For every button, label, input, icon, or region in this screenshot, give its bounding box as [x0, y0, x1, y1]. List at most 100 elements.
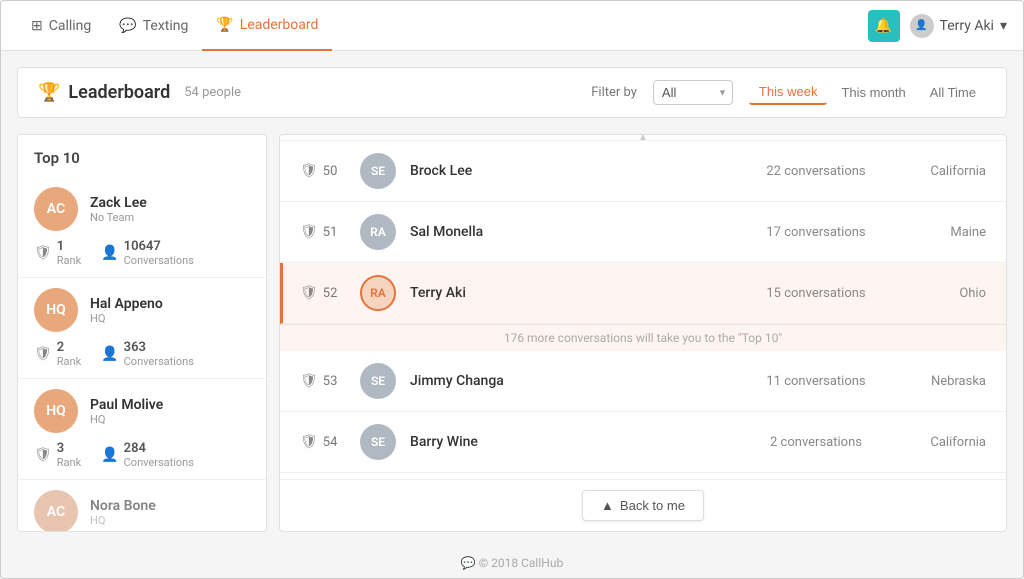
user-info: Paul Molive HQ: [90, 397, 163, 426]
top-nav: ⊞ Calling 💬 Texting 🏆 Leaderboard 🔔 👤 Te…: [1, 1, 1023, 51]
shield-icon: 🛡: [300, 163, 318, 179]
rank-number: 54: [323, 435, 338, 450]
sidebar-stats: 🛡 1 Rank 👤 10647 Conversations: [34, 239, 250, 267]
rank-col: 🛡 50: [300, 163, 360, 179]
location: Ohio: [886, 286, 986, 301]
leaderboard-nav-label: Leaderboard: [240, 17, 319, 33]
user-menu[interactable]: 👤 Terry Aki ▾: [910, 14, 1007, 38]
rank-label: Rank: [57, 355, 81, 368]
person-name: Sal Monella: [410, 224, 746, 240]
sidebar-item-top: HQ Hal Appeno HQ: [34, 288, 250, 332]
shield-icon: 🛡: [300, 434, 318, 450]
sidebar-item-top: HQ Paul Molive HQ: [34, 389, 250, 433]
rank-icon: 🛡: [34, 245, 52, 261]
rank-stat: 🛡 3 Rank: [34, 441, 81, 469]
notification-bell[interactable]: 🔔: [868, 10, 900, 42]
sidebar-item[interactable]: HQ Paul Molive HQ 🛡 3 Rank: [18, 379, 266, 480]
conversations: 11 conversations: [746, 374, 886, 389]
person-name: Jimmy Changa: [410, 373, 746, 389]
conv-label: Conversations: [124, 254, 194, 267]
user-info: Nora Bone HQ: [90, 498, 156, 527]
back-to-me-button[interactable]: ▲ Back to me: [582, 490, 704, 521]
location: Maine: [886, 225, 986, 240]
rank-number: 53: [323, 374, 338, 389]
sidebar-item[interactable]: AC Nora Bone HQ: [18, 480, 266, 532]
conv-value: 10647: [124, 239, 194, 254]
conv-label: Conversations: [124, 355, 194, 368]
list-row[interactable]: 🛡 51 RA Sal Monella 17 conversations Mai…: [280, 202, 1006, 263]
person-name: Barry Wine: [410, 434, 746, 450]
conv-value: 284: [124, 441, 194, 456]
main-content: 🏆 Leaderboard 54 people Filter by All Th…: [1, 51, 1023, 548]
rank-number: 52: [323, 286, 338, 301]
list-row[interactable]: 🛡 50 SE Brock Lee 22 conversations Calif…: [280, 141, 1006, 202]
user-name: Terry Aki: [940, 18, 994, 34]
avatar: HQ: [34, 288, 78, 332]
chevron-up-icon: ▲: [601, 498, 614, 513]
filter-select[interactable]: All: [653, 80, 733, 105]
filter-section: Filter by All This week This month All T…: [591, 80, 986, 105]
conv-icon: 👤: [101, 245, 118, 261]
user-name-label: Zack Lee: [90, 195, 147, 211]
nav-leaderboard[interactable]: 🏆 Leaderboard: [202, 1, 332, 51]
rank-col: 🛡 54: [300, 434, 360, 450]
user-info: Hal Appeno HQ: [90, 296, 163, 325]
location: California: [886, 164, 986, 179]
user-dropdown-icon: ▾: [1000, 18, 1007, 34]
rank-value: 2: [57, 340, 81, 355]
nav-calling[interactable]: ⊞ Calling: [17, 1, 105, 51]
sidebar: Top 10 AC Zack Lee No Team 🛡: [17, 134, 267, 532]
sidebar-stats: 🛡 3 Rank 👤 284 Conversations: [34, 441, 250, 469]
list-row[interactable]: 🛡 53 SE Jimmy Changa 11 conversations Ne…: [280, 351, 1006, 412]
main-list: ▲ 🛡 50 SE Brock Lee 22 conversations Cal…: [279, 134, 1007, 532]
sidebar-item[interactable]: HQ Hal Appeno HQ 🛡 2 Rank: [18, 278, 266, 379]
bell-icon: 🔔: [875, 18, 892, 34]
rank-number: 50: [323, 164, 338, 179]
user-name-label: Nora Bone: [90, 498, 156, 514]
avatar: SE: [360, 363, 396, 399]
filter-label: Filter by: [591, 85, 637, 100]
sidebar-item-top: AC Nora Bone HQ: [34, 490, 250, 532]
all-time-filter[interactable]: All Time: [920, 80, 986, 105]
rank-number: 51: [323, 225, 338, 240]
location: Nebraska: [886, 374, 986, 389]
this-week-filter[interactable]: This week: [749, 80, 828, 105]
user-info: Zack Lee No Team: [90, 195, 147, 224]
list-row[interactable]: 🛡 54 SE Barry Wine 2 conversations Calif…: [280, 412, 1006, 473]
body-layout: Top 10 AC Zack Lee No Team 🛡: [17, 134, 1007, 532]
trophy-icon: 🏆: [38, 82, 60, 103]
rank-value: 1: [57, 239, 81, 254]
conv-stat: 👤 284 Conversations: [101, 441, 194, 469]
rank-col: 🛡 52: [300, 285, 360, 301]
top10-label: Top 10: [18, 135, 266, 177]
conv-icon: 👤: [101, 346, 118, 362]
rank-label: Rank: [57, 254, 81, 267]
avatar: HQ: [34, 389, 78, 433]
footer: 💬 © 2018 CallHub: [1, 548, 1023, 578]
sidebar-stats: 🛡 2 Rank 👤 363 Conversations: [34, 340, 250, 368]
user-name-label: Hal Appeno: [90, 296, 163, 312]
location: California: [886, 435, 986, 450]
nav-right: 🔔 👤 Terry Aki ▾: [868, 10, 1007, 42]
conversations: 15 conversations: [746, 286, 886, 301]
user-avatar: 👤: [910, 14, 934, 38]
list-scroll[interactable]: ▲ 🛡 50 SE Brock Lee 22 conversations Cal…: [280, 135, 1006, 479]
current-user-row[interactable]: 🛡 52 RA Terry Aki 15 conversations Ohio: [280, 263, 1006, 324]
team-label: HQ: [90, 514, 156, 527]
rank-label: Rank: [57, 456, 81, 469]
avatar: RA: [360, 214, 396, 250]
rank-col: 🛡 53: [300, 373, 360, 389]
shield-icon: 🛡: [300, 373, 318, 389]
current-user-avatar: RA: [360, 275, 396, 311]
conv-icon: 👤: [101, 447, 118, 463]
sidebar-item-top: AC Zack Lee No Team: [34, 187, 250, 231]
rank-icon: 🛡: [34, 447, 52, 463]
trophy-nav-icon: 🏆: [216, 17, 233, 33]
sidebar-item[interactable]: AC Zack Lee No Team 🛡 1 Rank: [18, 177, 266, 278]
this-month-filter[interactable]: This month: [831, 80, 915, 105]
nav-texting[interactable]: 💬 Texting: [105, 1, 202, 51]
shield-icon: 🛡: [300, 224, 318, 240]
avatar: AC: [34, 490, 78, 532]
team-label: No Team: [90, 211, 147, 224]
rank-stat: 🛡 2 Rank: [34, 340, 81, 368]
